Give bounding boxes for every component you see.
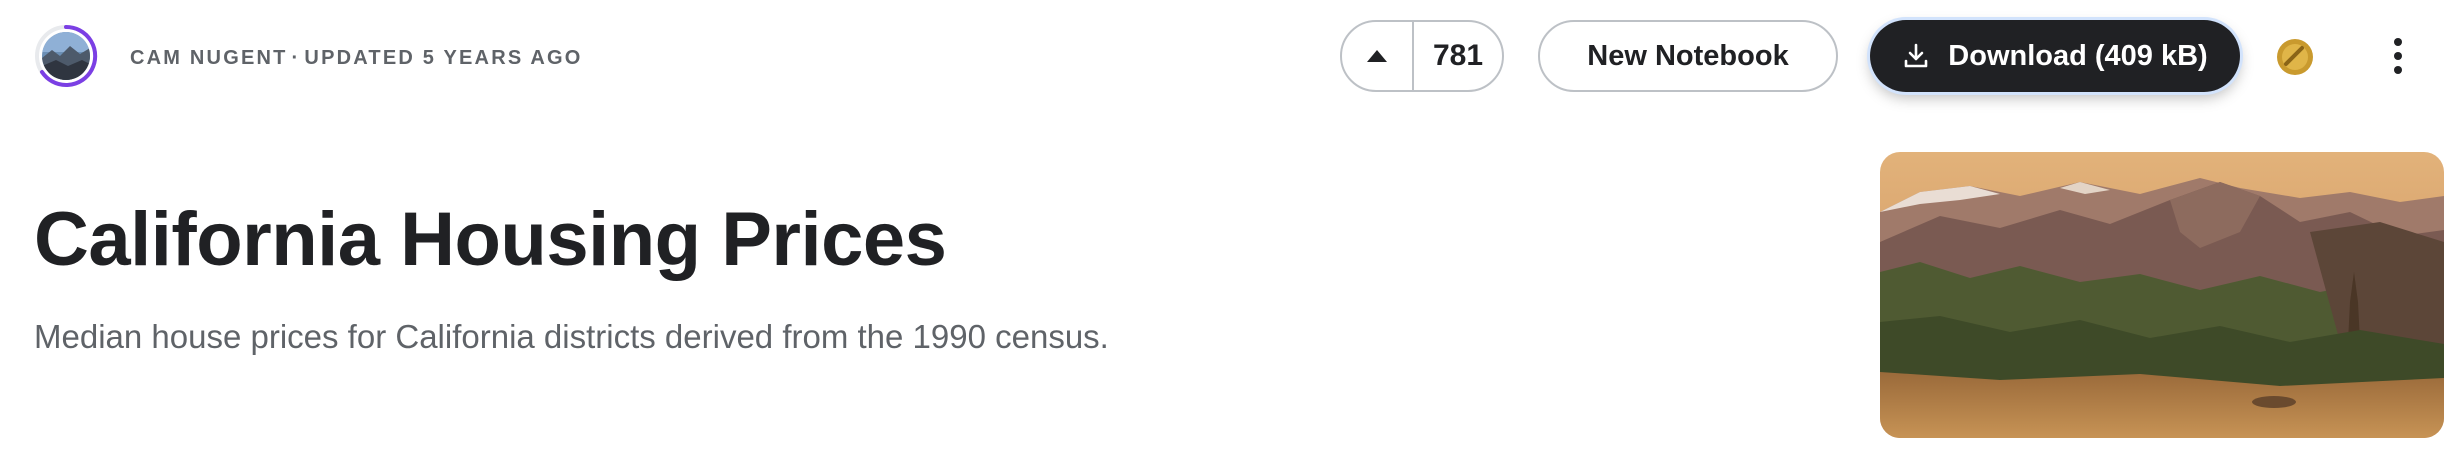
byline: Cam Nugent · Updated 5 years ago — [130, 47, 583, 70]
dataset-title: California Housing Prices — [34, 197, 947, 282]
author-name[interactable]: Cam Nugent — [130, 47, 288, 69]
upvote-count: 781 — [1432, 39, 1484, 72]
download-icon — [1904, 43, 1928, 68]
dataset-subtitle: Median house prices for California distr… — [34, 318, 1109, 355]
download-label: Download (409 kB) — [1948, 39, 2208, 72]
more-vertical-icon — [2394, 38, 2402, 46]
dataset-cover-image — [1880, 152, 2444, 438]
download-button[interactable]: Download (409 kB) — [1870, 20, 2240, 92]
updated-time: Updated 5 years ago — [304, 47, 583, 69]
author-avatar[interactable] — [34, 24, 98, 88]
upvote-button[interactable] — [1342, 22, 1414, 90]
upvote-control: 781 — [1340, 20, 1504, 92]
more-vertical-icon-dot — [2394, 66, 2402, 74]
more-options-button[interactable] — [2378, 30, 2418, 82]
more-vertical-icon-dot — [2394, 52, 2402, 60]
caret-up-icon — [1367, 50, 1387, 62]
new-notebook-button[interactable]: New Notebook — [1538, 20, 1838, 92]
avatar-photo — [42, 32, 90, 80]
byline-separator: · — [291, 47, 301, 69]
medal-icon[interactable] — [2276, 38, 2314, 76]
